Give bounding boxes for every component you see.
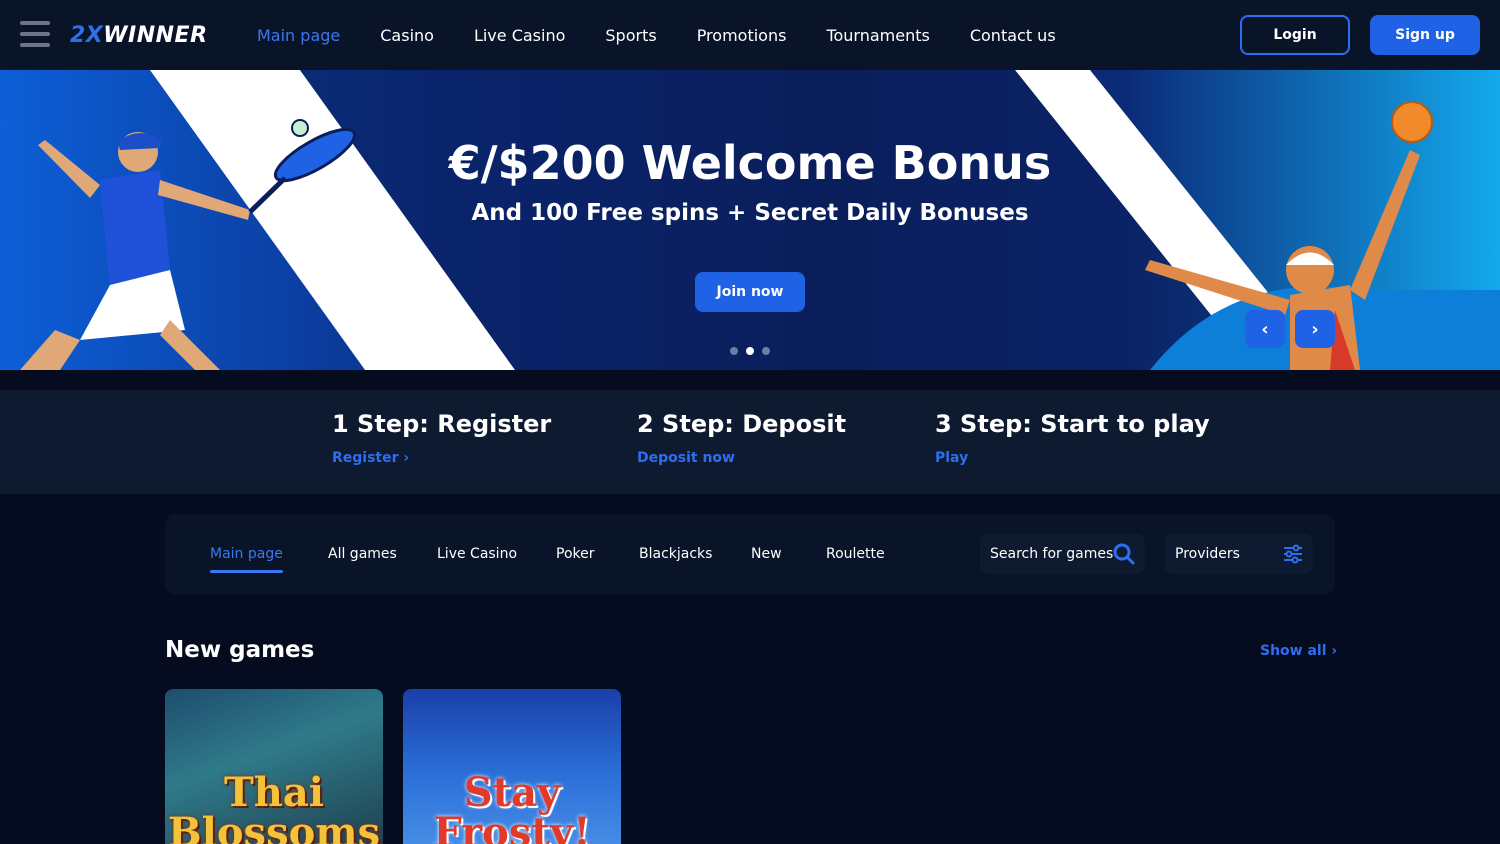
- tab-all-games[interactable]: All games: [328, 546, 397, 562]
- tab-blackjacks[interactable]: Blackjacks: [639, 546, 712, 562]
- menu-icon[interactable]: [20, 21, 50, 47]
- nav-promotions[interactable]: Promotions: [697, 26, 787, 45]
- banner-title: €/$200 Welcome Bonus: [448, 136, 1052, 190]
- step-title: 3 Step: Start to play: [935, 410, 1210, 438]
- search-icon[interactable]: [1113, 543, 1135, 565]
- deposit-now-link[interactable]: Deposit now: [637, 450, 735, 466]
- logo-word: WINNER: [103, 22, 208, 48]
- step-deposit: 2 Step: Deposit Deposit now: [637, 410, 846, 466]
- login-button[interactable]: Login: [1240, 15, 1350, 55]
- chevron-right-icon: ›: [1311, 318, 1319, 340]
- game-card[interactable]: Stay Frosty!: [403, 689, 621, 844]
- tab-live-casino[interactable]: Live Casino: [437, 546, 517, 562]
- join-now-button[interactable]: Join now: [695, 272, 805, 312]
- providers-label: Providers: [1175, 546, 1240, 562]
- filter-sliders-icon: [1284, 544, 1302, 564]
- carousel-prev-button[interactable]: ‹: [1245, 310, 1285, 348]
- game-title: Thai Blossoms: [167, 769, 381, 844]
- carousel-next-button[interactable]: ›: [1295, 310, 1335, 348]
- banner-subtitle: And 100 Free spins + Secret Daily Bonuse…: [471, 200, 1029, 226]
- play-link[interactable]: Play: [935, 450, 968, 466]
- site-logo[interactable]: 2X WINNER: [70, 20, 208, 50]
- main-nav: Main page Casino Live Casino Sports Prom…: [257, 0, 1096, 70]
- step-register: 1 Step: Register Register ›: [332, 410, 551, 466]
- nav-tournaments[interactable]: Tournaments: [826, 26, 929, 45]
- nav-sports[interactable]: Sports: [605, 26, 656, 45]
- hero-banner: €/$200 Welcome Bonus And 100 Free spins …: [0, 70, 1500, 370]
- step-title: 2 Step: Deposit: [637, 410, 847, 438]
- games-category-nav: Main page All games Live Casino Poker Bl…: [165, 514, 1335, 594]
- active-tab-indicator: [210, 570, 283, 573]
- section-title-new-games: New games: [165, 637, 315, 663]
- register-link[interactable]: Register ›: [332, 450, 409, 466]
- signup-button[interactable]: Sign up: [1370, 15, 1480, 55]
- nav-main-page[interactable]: Main page: [257, 26, 340, 45]
- nav-live-casino[interactable]: Live Casino: [474, 26, 565, 45]
- chevron-left-icon: ‹: [1261, 318, 1269, 340]
- steps-bar: 1 Step: Register Register › 2 Step: Depo…: [0, 390, 1500, 494]
- nav-casino[interactable]: Casino: [380, 26, 434, 45]
- carousel-dot[interactable]: [762, 347, 770, 355]
- logo-prefix: 2X: [70, 22, 104, 48]
- show-all-link[interactable]: Show all ›: [1260, 643, 1337, 659]
- carousel-dots: [730, 347, 778, 355]
- carousel-dot-active[interactable]: [746, 347, 754, 355]
- tab-roulette[interactable]: Roulette: [826, 546, 885, 562]
- game-search-input[interactable]: Search for games: [980, 534, 1145, 574]
- step-play: 3 Step: Start to play Play: [935, 410, 1210, 466]
- top-header: 2X WINNER Main page Casino Live Casino S…: [0, 0, 1500, 70]
- step-title: 1 Step: Register: [332, 410, 552, 438]
- nav-contact-us[interactable]: Contact us: [970, 26, 1056, 45]
- providers-filter[interactable]: Providers: [1165, 534, 1313, 574]
- game-title: Stay Frosty!: [433, 769, 591, 844]
- tab-new[interactable]: New: [751, 546, 782, 562]
- tab-poker[interactable]: Poker: [556, 546, 595, 562]
- carousel-dot[interactable]: [730, 347, 738, 355]
- tab-main-page[interactable]: Main page: [210, 546, 283, 562]
- game-card[interactable]: Thai Blossoms: [165, 689, 383, 844]
- search-placeholder: Search for games: [990, 546, 1114, 562]
